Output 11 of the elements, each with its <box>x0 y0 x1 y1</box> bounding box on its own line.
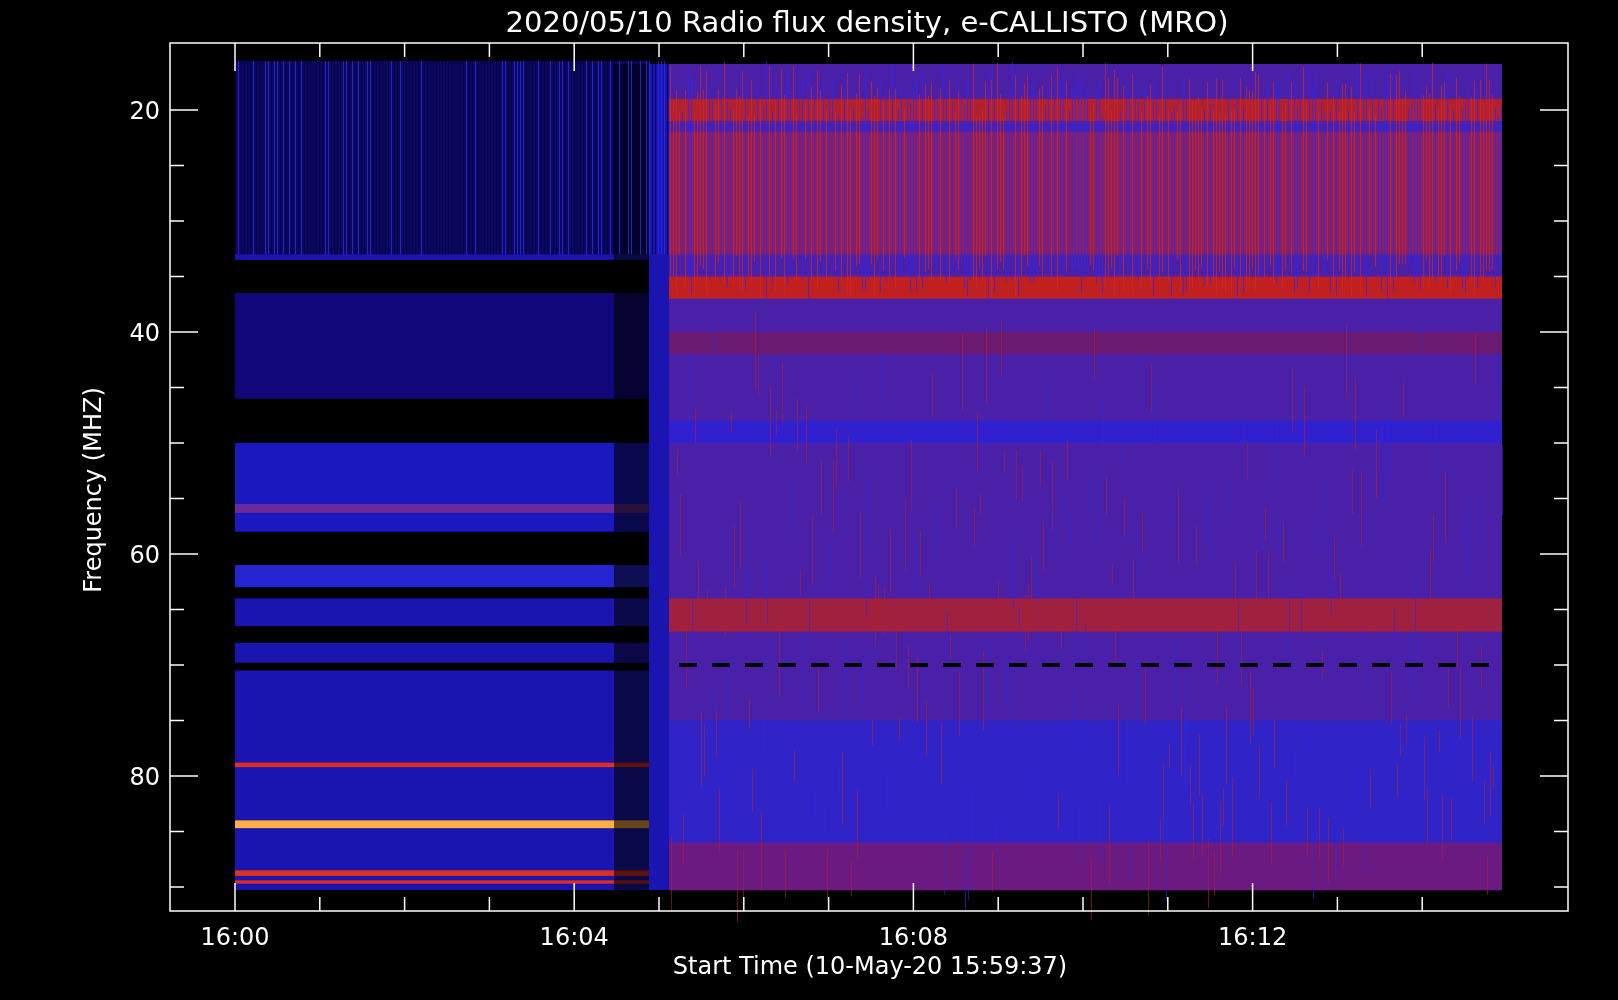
y-tick-label: 60 <box>129 541 160 569</box>
y-tick-label: 80 <box>129 763 160 791</box>
y-axis-label: Frequency (MHZ) <box>79 387 107 593</box>
y-tick-label: 20 <box>129 97 160 125</box>
y-tick-label: 40 <box>129 319 160 347</box>
x-tick-label: 16:00 <box>200 923 270 951</box>
x-tick-label: 16:04 <box>539 923 609 951</box>
x-tick-label: 16:12 <box>1218 923 1288 951</box>
chart-title: 2020/05/10 Radio flux density, e-CALLISTO (MRO) <box>505 5 1229 39</box>
x-axis-label: Start Time (10-May-20 15:59:37) <box>672 952 1068 980</box>
x-tick-label: 16:08 <box>878 923 948 951</box>
